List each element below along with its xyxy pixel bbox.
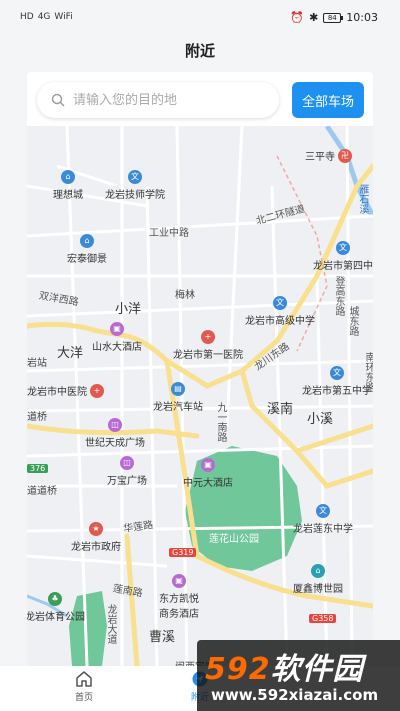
bus-icon: ▤ [171,382,185,396]
building-icon: ⌂ [80,234,94,248]
clock: 10:03 [346,11,378,24]
poi-label: 龙岩技师学院 [105,190,165,201]
poi-zhongyuan-hotel[interactable]: ▣ 中元大酒店 [183,458,233,489]
area-label: 道桥 [27,412,47,423]
watermark-logo-text: 软件园 [270,652,364,687]
poi-shiji-plaza[interactable]: ◫ 世纪天成广场 [85,418,145,449]
battery-icon: 84 [323,12,344,23]
poi-no4-middle[interactable]: 文 龙岩市第四中 [313,241,373,272]
poi-label: 山水大酒店 [92,342,142,353]
district-label: 小溪 [307,412,334,427]
road-label: 城东路 [347,306,358,336]
poi-label: 龙岩市高级中学 [245,316,315,327]
hospital-icon: + [90,383,104,398]
shopping-icon: ◫ [108,418,122,432]
poi-label: 中元大酒店 [183,478,233,489]
poi-hongtai[interactable]: ⌂ 宏泰御景 [67,234,107,265]
nav-home-label: 首页 [74,693,93,703]
school-icon: 文 [273,296,287,310]
home-icon [76,671,92,687]
poi-liandong-middle[interactable]: 文 龙岩莲东中学 [293,504,353,535]
park-icon: ♣ [48,592,62,606]
poi-label: 三平寺 [305,152,335,163]
search-box[interactable] [37,82,279,118]
page-title: 附近 [184,42,215,60]
shopping-icon: ◫ [120,456,134,470]
wifi-icon: WiFi [54,12,73,22]
road-label: 登高东路 [333,276,344,316]
all-parking-button[interactable]: 全部车场 [292,82,364,118]
road-label: 工业中路 [149,228,189,239]
school-icon: 文 [128,170,142,184]
road-label: 龙岩大道 [105,604,116,644]
poi-sanping-temple[interactable]: 三平寺 卍 [305,148,355,163]
road-label: 九一南路 [215,402,226,442]
hd-indicator: HD [20,12,34,22]
signal-indicator: 4G [37,12,51,22]
poi-label: 龙岩莲东中学 [293,524,353,535]
poi-label: 东方凯悦 商务酒店 [159,594,199,620]
poi-xiaxin[interactable]: ⌂ 厦鑫博世园 [293,564,343,595]
watermark-logo: 592软件园 [205,644,364,688]
watermark-logo-number: 592 [205,652,271,687]
poi-city-government[interactable]: ★ 龙岩市政府 [71,522,121,553]
hotel-icon: ▣ [201,458,215,472]
hotel-icon: ▣ [110,322,124,336]
bluetooth-icon: ✱ [309,11,319,24]
poi-label: 龙岩市中医院 [27,387,87,398]
poi-senior-high[interactable]: 文 龙岩市高级中学 [245,296,315,327]
poi-tcm-hospital[interactable]: 龙岩市中医院 + [27,383,107,398]
district-label: 溪南 [267,402,294,417]
poi-wanbao-plaza[interactable]: ◫ 万宝广场 [107,456,147,487]
road-badge-376: 376 [27,464,49,473]
poi-label: 理想城 [53,190,83,201]
school-icon: 文 [330,366,344,380]
area-label: 道道桥 [27,486,57,497]
map-view[interactable]: 三平寺 卍 ⌂ 理想城 文 龙岩技师学院 ⌂ 宏泰御景 文 龙岩市第四中 文 龙… [27,126,373,666]
building-icon: ⌂ [311,564,325,578]
school-icon: 文 [336,241,350,255]
hotel-icon: ▣ [172,574,186,588]
poi-label: 宏泰御景 [67,254,107,265]
nav-home[interactable]: 首页 [54,670,114,703]
status-indicators: HD 4G WiFi [20,12,73,22]
park-label: 莲花山公园 [209,534,259,545]
poi-label: 龙岩市第四中 [313,261,373,272]
poi-shanshui-hotel[interactable]: ▣ 山水大酒店 [92,322,142,353]
search-icon [51,93,65,107]
road-badge-g319: G319 [169,548,197,557]
status-right: ⏰ ✱ 84 10:03 [290,11,378,24]
building-icon: ⌂ [61,170,75,184]
poi-label: 龙岩市政府 [71,542,121,553]
road-badge-g358: G358 [309,614,337,623]
poi-sports-park[interactable]: ♣ 龙岩体育公园 [27,592,85,623]
poi-label: 万宝广场 [107,476,147,487]
government-icon: ★ [89,522,103,536]
river-label: 雁石溪 [357,184,368,214]
alarm-icon: ⏰ [290,11,305,24]
area-label: 岩站 [27,358,47,369]
watermark: 592软件园 www.592xiazai.com [197,640,400,711]
poi-dongfang-hotel[interactable]: ▣ 东方凯悦 商务酒店 [159,574,199,620]
search-input[interactable] [73,92,263,108]
hospital-icon: + [201,330,215,344]
road-label: 南环东路 [363,352,373,392]
district-label: 小洋 [115,302,142,317]
district-label: 大洋 [57,346,84,361]
poi-label: 龙岩体育公园 [27,612,85,623]
area-label: 曹溪 [149,630,176,645]
poi-first-hospital[interactable]: + 龙岩市第一医院 [173,330,243,361]
poi-label: 厦鑫博世园 [293,584,343,595]
poi-label: 世纪天成广场 [85,438,145,449]
temple-icon: 卍 [338,148,352,163]
school-icon: 文 [316,504,330,518]
poi-lixiangcheng[interactable]: ⌂ 理想城 [53,170,83,201]
poi-label: 龙岩汽车站 [153,402,203,413]
status-bar: HD 4G WiFi ⏰ ✱ 84 10:03 [0,0,400,36]
poi-bus-station[interactable]: ▤ 龙岩汽车站 [153,382,203,413]
poi-label: 龙岩市第一医院 [173,350,243,361]
area-label: 梅林 [175,290,195,301]
watermark-url: www.592xiazai.com [211,686,379,704]
poi-jishi-college[interactable]: 文 龙岩技师学院 [105,170,165,201]
